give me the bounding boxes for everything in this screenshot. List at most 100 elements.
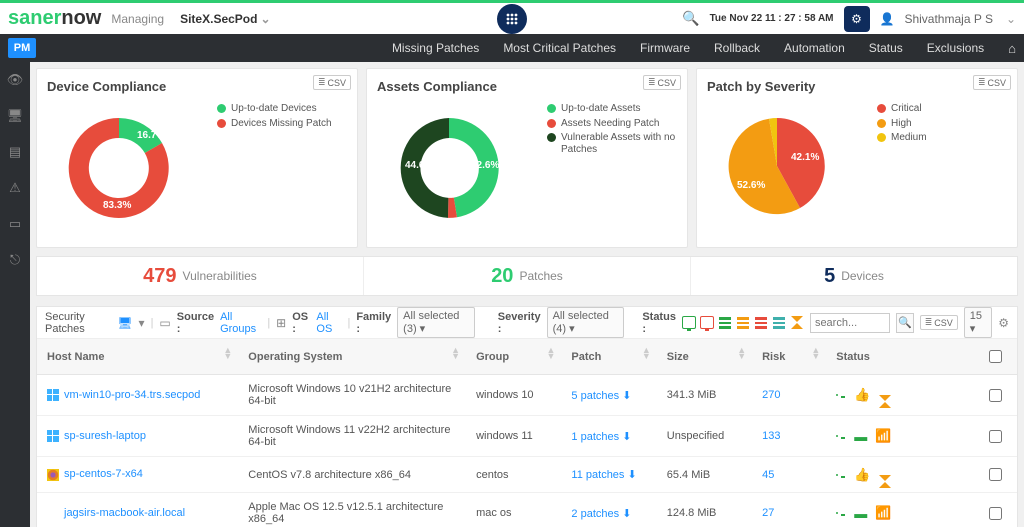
nav-item[interactable]: Missing Patches xyxy=(392,41,479,55)
monitor-icon[interactable]: 🖥 xyxy=(7,108,24,124)
patch-link[interactable]: 2 patches ⬇ xyxy=(571,508,631,520)
risk-link[interactable]: 27 xyxy=(762,507,774,519)
doc-icon[interactable]: ▭ xyxy=(9,216,21,232)
family-label: Family : xyxy=(356,311,391,335)
alert-icon[interactable]: ⚠ xyxy=(9,180,21,196)
status-monitor-red-icon[interactable] xyxy=(700,316,714,329)
status-cell: ▬📶 xyxy=(836,428,964,444)
status-monitor-icon xyxy=(836,394,838,396)
csv-export[interactable]: CSV xyxy=(313,75,351,90)
apps-grid-icon[interactable] xyxy=(497,4,527,34)
tab-security-patches[interactable]: Security Patches xyxy=(45,311,111,335)
patch-link[interactable]: 11 patches ⬇ xyxy=(571,469,636,481)
monitor-icon[interactable]: 🖥 xyxy=(117,316,132,330)
risk-link[interactable]: 270 xyxy=(762,389,780,401)
family-select[interactable]: All selected (3) ▾ xyxy=(397,307,474,338)
exit-icon[interactable]: ⎋ xyxy=(10,252,20,268)
search-button[interactable]: 🔍 xyxy=(896,313,914,333)
windows-os-icon xyxy=(47,389,59,401)
caret-icon[interactable]: ▾ xyxy=(139,316,145,330)
stat-patches[interactable]: 20Patches xyxy=(364,257,691,295)
gear-icon[interactable]: ⚙ xyxy=(844,6,870,32)
col-label: Group xyxy=(476,351,509,363)
col-label: Operating System xyxy=(248,351,342,363)
search-input[interactable] xyxy=(810,313,890,333)
eye-icon[interactable]: 👁 xyxy=(7,72,24,88)
col-risk[interactable]: Risk▲▼ xyxy=(752,339,826,375)
os-cell: Apple Mac OS 12.5 v12.5.1 architecture x… xyxy=(238,493,466,527)
col-patch[interactable]: Patch▲▼ xyxy=(561,339,656,375)
stat-devices[interactable]: 5Devices xyxy=(691,257,1017,295)
page-size-select[interactable]: 15 ▾ xyxy=(964,307,992,338)
card-title: Assets Compliance xyxy=(377,79,677,94)
csv-export[interactable]: CSV xyxy=(920,315,958,330)
nav-item[interactable]: Exclusions xyxy=(927,41,984,55)
host-link[interactable]: sp-suresh-laptop xyxy=(64,430,146,442)
filter-icon[interactable]: ▭ xyxy=(159,316,170,330)
risk-link[interactable]: 133 xyxy=(762,430,780,442)
download-icon: ⬇ xyxy=(622,431,631,443)
table-row: jagsirs-macbook-air.local Apple Mac OS 12… xyxy=(37,493,1017,527)
host-link[interactable]: jagsirs-macbook-air.local xyxy=(64,507,185,519)
risk-link[interactable]: 45 xyxy=(762,469,774,481)
home-icon[interactable]: ⌂ xyxy=(1008,41,1016,56)
csv-export[interactable]: CSV xyxy=(973,75,1011,90)
group-cell: windows 10 xyxy=(466,375,561,416)
status-bars-green-icon[interactable] xyxy=(718,316,732,329)
thumb-up-icon: 👍 xyxy=(854,467,870,483)
status-bars-orange-icon[interactable] xyxy=(736,316,750,329)
settings-icon[interactable]: ⚙ xyxy=(998,316,1009,330)
patch-link[interactable]: 5 patches ⬇ xyxy=(571,390,631,402)
stat-label: Patches xyxy=(519,269,562,283)
size-cell: 124.8 MiB xyxy=(657,493,752,527)
col-size[interactable]: Size▲▼ xyxy=(657,339,752,375)
nav-item[interactable]: Firmware xyxy=(640,41,690,55)
nav-item[interactable]: Automation xyxy=(784,41,845,55)
patch-link[interactable]: 1 patches ⬇ xyxy=(571,431,631,443)
host-link[interactable]: vm-win10-pro-34.trs.secpod xyxy=(64,389,200,401)
csv-export[interactable]: CSV xyxy=(643,75,681,90)
col-group[interactable]: Group▲▼ xyxy=(466,339,561,375)
centos-os-icon xyxy=(47,469,59,481)
os-cell: Microsoft Windows 11 v22H2 architecture … xyxy=(238,416,466,457)
legend: Up-to-date Assets Assets Needing Patch V… xyxy=(547,100,677,240)
user-icon: 👤 xyxy=(880,12,895,26)
size-cell: 341.3 MiB xyxy=(657,375,752,416)
nav-item[interactable]: Rollback xyxy=(714,41,760,55)
donut-chart: 52.6% 44.6% xyxy=(377,100,547,240)
severity-select-label: All selected (4) xyxy=(553,310,609,335)
status-bars-teal-icon[interactable] xyxy=(772,316,786,329)
select-all-checkbox[interactable] xyxy=(989,350,1002,363)
status-monitor-green-icon[interactable] xyxy=(682,316,696,329)
legend-swatch xyxy=(547,104,556,113)
nav-item[interactable]: Most Critical Patches xyxy=(503,41,616,55)
nav-item[interactable]: Status xyxy=(869,41,903,55)
windows-os-icon xyxy=(47,430,59,442)
host-link[interactable]: sp-centos-7-x64 xyxy=(64,468,143,480)
col-hostname[interactable]: Host Name▲▼ xyxy=(37,339,238,375)
row-checkbox[interactable] xyxy=(989,507,1002,520)
status-bars-red-icon[interactable] xyxy=(754,316,768,329)
chevron-down-icon: ⌄ xyxy=(260,12,270,26)
patches-table: Host Name▲▼ Operating System▲▼ Group▲▼ P… xyxy=(37,339,1017,527)
user-name[interactable]: Shivathmaja P S xyxy=(904,12,993,26)
col-status[interactable]: Status xyxy=(826,339,974,375)
row-checkbox[interactable] xyxy=(989,389,1002,402)
legend-swatch xyxy=(877,104,886,113)
brand-part2: now xyxy=(61,7,101,29)
global-search-icon[interactable]: 🔍 xyxy=(682,10,699,27)
os-icon[interactable]: ⊞ xyxy=(276,316,286,330)
severity-select[interactable]: All selected (4) ▾ xyxy=(547,307,624,338)
col-os[interactable]: Operating System▲▼ xyxy=(238,339,466,375)
os-value[interactable]: All OS xyxy=(316,311,341,335)
source-value[interactable]: All Groups xyxy=(220,311,261,335)
row-checkbox[interactable] xyxy=(989,468,1002,481)
site-picker[interactable]: SiteX.SecPod⌄ xyxy=(180,12,270,26)
legend-label: Up-to-date Assets xyxy=(561,103,640,115)
list-icon[interactable]: ▤ xyxy=(9,144,21,160)
legend-label: Medium xyxy=(891,132,927,144)
status-hourglass-icon[interactable] xyxy=(790,316,804,329)
pm-badge[interactable]: PM xyxy=(8,38,36,58)
row-checkbox[interactable] xyxy=(989,430,1002,443)
stat-vulnerabilities[interactable]: 479Vulnerabilities xyxy=(37,257,364,295)
